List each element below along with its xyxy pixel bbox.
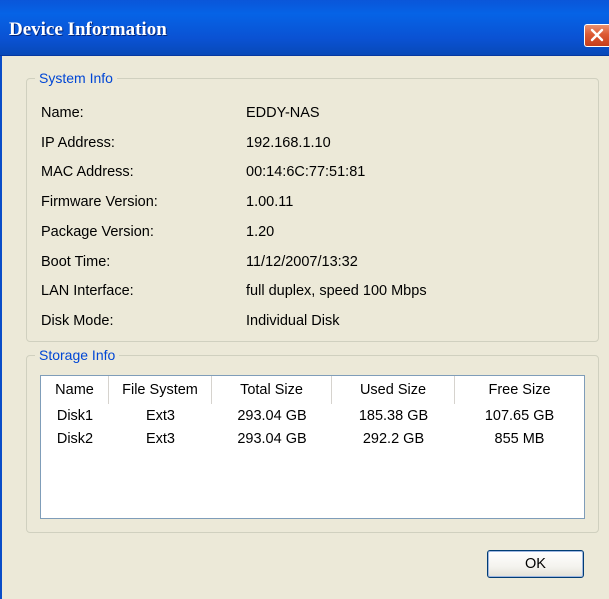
column-header-free-size[interactable]: Free Size	[455, 376, 584, 404]
lan-interface-label: LAN Interface:	[41, 283, 134, 299]
table-cell: 292.2 GB	[362, 431, 425, 447]
mac-address-label: MAC Address:	[41, 164, 134, 180]
device-information-dialog: Device Information System Info Name: EDD…	[0, 0, 609, 599]
title-bar[interactable]: Device Information	[0, 0, 609, 56]
name-value: EDDY-NAS	[246, 105, 320, 121]
table-cell: Disk1	[56, 408, 94, 424]
table-cell: Ext3	[145, 408, 175, 424]
table-cell: 185.38 GB	[358, 408, 429, 424]
column-header-file-system[interactable]: File System	[109, 376, 212, 404]
table-cell: 107.65 GB	[484, 408, 555, 424]
table-cell: Disk2	[56, 431, 94, 447]
storage-table[interactable]: Name File System Total Size Used Size Fr…	[40, 375, 585, 519]
storage-info-legend: Storage Info	[35, 347, 120, 363]
lan-interface-value: full duplex, speed 100 Mbps	[246, 283, 427, 299]
ip-address-value: 192.168.1.10	[246, 135, 331, 151]
system-info-legend: System Info	[35, 70, 117, 86]
table-row[interactable]: Disk1 Ext3 293.04 GB 185.38 GB 107.65 GB	[41, 408, 584, 428]
boot-time-label: Boot Time:	[41, 254, 111, 270]
column-header-name[interactable]: Name	[41, 376, 109, 404]
table-cell: 293.04 GB	[237, 408, 307, 424]
close-icon	[590, 28, 604, 42]
table-cell: 293.04 GB	[237, 431, 307, 447]
mac-address-value: 00:14:6C:77:51:81	[246, 164, 366, 180]
firmware-version-label: Firmware Version:	[41, 194, 158, 210]
ok-button[interactable]: OK	[487, 550, 584, 578]
boot-time-value: 11/12/2007/13:32	[246, 254, 358, 270]
close-button[interactable]	[584, 24, 609, 47]
package-version-value: 1.20	[246, 224, 275, 240]
column-header-total-size[interactable]: Total Size	[212, 376, 332, 404]
package-version-label: Package Version:	[41, 224, 154, 240]
name-label: Name:	[41, 105, 84, 121]
table-row[interactable]: Disk2 Ext3 293.04 GB 292.2 GB 855 MB	[41, 431, 584, 451]
ip-address-label: IP Address:	[41, 135, 115, 151]
table-header: Name File System Total Size Used Size Fr…	[41, 376, 584, 404]
column-header-used-size[interactable]: Used Size	[332, 376, 455, 404]
disk-mode-label: Disk Mode:	[41, 313, 114, 329]
firmware-version-value: 1.00.11	[246, 194, 294, 210]
table-cell: Ext3	[145, 431, 175, 447]
window-title: Device Information	[9, 19, 167, 40]
disk-mode-value: Individual Disk	[246, 313, 340, 329]
table-cell: 855 MB	[494, 431, 545, 447]
